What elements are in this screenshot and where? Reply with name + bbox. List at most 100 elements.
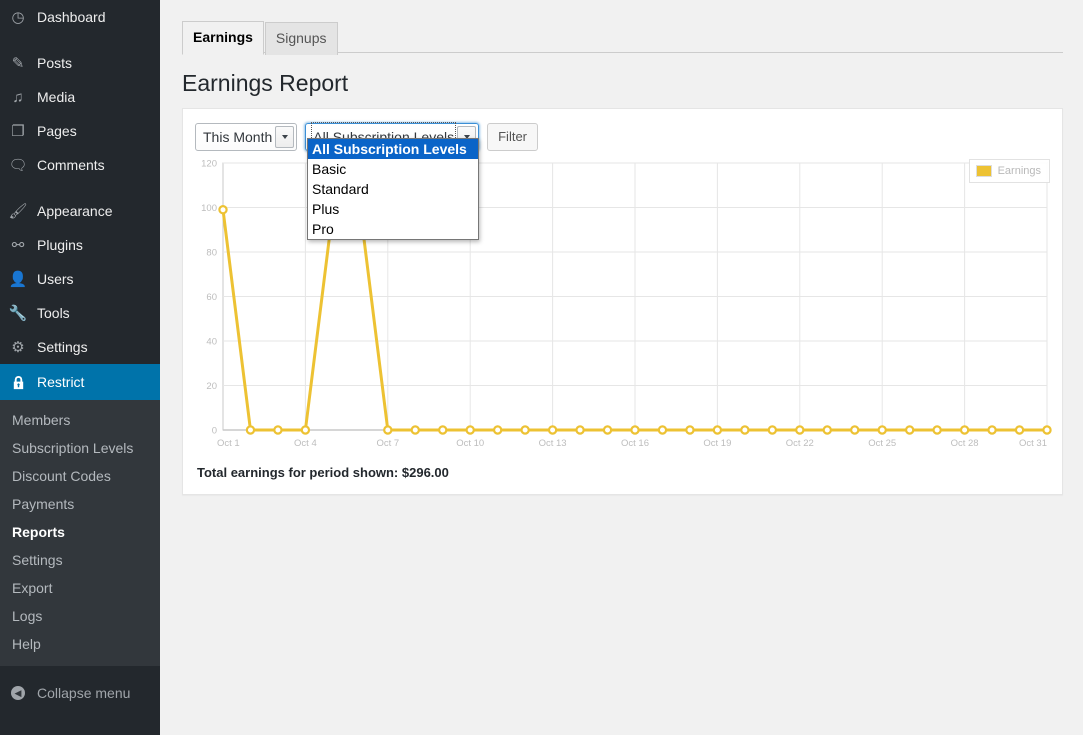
chart-data-point (630, 425, 640, 435)
dropdown-option-all-subscription-levels[interactable]: All Subscription Levels (308, 139, 478, 159)
chart-data-point (712, 425, 723, 435)
chart-data-point (1014, 425, 1025, 435)
chart-data-point (218, 205, 228, 215)
collapse-menu-button[interactable]: ◀ Collapse menu (0, 676, 160, 710)
settings-icon: ⚙ (11, 338, 25, 356)
chart-data-point (1042, 425, 1052, 435)
chart-data-point (850, 425, 860, 435)
chart-data-point (987, 425, 997, 435)
chart-data-point (795, 425, 805, 435)
chart-data-point (383, 425, 393, 435)
admin-sidebar: ◷ Dashboard ✎ Posts ♫ Media ❐ Pages 🗨 Comments 🖌 Ap… (0, 0, 168, 735)
sidebar-item-users[interactable]: 👤 Users (0, 262, 160, 296)
submenu-item-settings[interactable]: Settings (0, 546, 160, 574)
chart-legend: Earnings (968, 159, 1050, 183)
pin-icon: ✎ (11, 54, 25, 72)
chart-ytick-label: 120 (201, 159, 217, 170)
sidebar-item-media[interactable]: ♫ Media (0, 80, 160, 114)
legend-swatch-earnings (975, 165, 992, 177)
dropdown-option-plus[interactable]: Plus (308, 199, 478, 219)
chart-data-point (547, 425, 558, 435)
chart-data-point (300, 425, 311, 435)
sidebar-separator (0, 182, 160, 194)
chart-data-point (438, 425, 448, 435)
submenu-item-logs[interactable]: Logs (0, 602, 160, 630)
sidebar-item-restrict[interactable]: Restrict (0, 364, 168, 400)
chart-data-point (273, 425, 283, 435)
dropdown-option-pro[interactable]: Pro (308, 219, 478, 239)
submenu-item-help[interactable]: Help (0, 630, 160, 658)
period-select-value: This Month (203, 129, 273, 145)
sidebar-item-plugins[interactable]: ⚯ Plugins (0, 228, 160, 262)
media-icon: ♫ (12, 88, 24, 106)
dashboard-icon: ◷ (11, 8, 25, 26)
sidebar-separator (0, 34, 160, 46)
sidebar-item-label: Pages (37, 123, 77, 139)
sidebar-item-comments[interactable]: 🗨 Comments (0, 148, 160, 182)
collapse-arrow-icon: ◀ (8, 686, 28, 700)
submenu-item-subscription-levels[interactable]: Subscription Levels (0, 434, 160, 462)
submenu-item-reports[interactable]: Reports (0, 518, 160, 546)
sidebar-item-label: Tools (37, 305, 70, 321)
chart-xtick-label: Oct 13 (539, 438, 567, 449)
wrench-icon: 🔧 (8, 304, 28, 322)
chart-xtick-label: Oct 1 (217, 438, 240, 449)
dropdown-option-basic[interactable]: Basic (308, 159, 478, 179)
chart-data-point (685, 425, 695, 435)
user-icon: 👤 (8, 270, 28, 288)
sidebar-item-label: Plugins (37, 237, 83, 253)
pages-icon: ❐ (11, 122, 25, 140)
tab-signups[interactable]: Signups (264, 22, 338, 55)
chart-ytick-label: 100 (201, 203, 217, 214)
chart-ytick-label: 0 (212, 426, 217, 437)
chart-xtick-label: Oct 31 (1019, 438, 1047, 449)
chart-data-point (520, 425, 530, 435)
sidebar-item-label: Media (37, 89, 76, 105)
sidebar-item-label: Settings (37, 339, 88, 355)
chart-xtick-label: Oct 7 (376, 438, 399, 449)
subscription-level-dropdown-list[interactable]: All Subscription Levels Basic Standard Plus… (307, 138, 479, 240)
lock-icon (8, 375, 28, 390)
dropdown-option-standard[interactable]: Standard (308, 179, 478, 199)
chart-ytick-label: 60 (206, 292, 217, 303)
submenu-item-payments[interactable]: Payments (0, 490, 160, 518)
sidebar-item-appearance[interactable]: 🖌 Appearance (0, 194, 160, 228)
chart-xtick-label: Oct 19 (703, 438, 731, 449)
chart-ytick-label: 40 (206, 337, 217, 348)
chart-xtick-label: Oct 22 (786, 438, 814, 449)
sidebar-item-posts[interactable]: ✎ Posts (0, 46, 160, 80)
submenu-item-members[interactable]: Members (0, 406, 160, 434)
plug-icon: ⚯ (11, 236, 25, 254)
sidebar-item-label: Dashboard (37, 9, 106, 25)
chart-data-point (465, 425, 475, 435)
chart-ytick-label: 80 (206, 248, 217, 259)
sidebar-item-settings[interactable]: ⚙ Settings (0, 330, 160, 364)
sidebar-item-label: Comments (37, 157, 105, 173)
chart-data-point (245, 425, 256, 435)
chart-data-point (904, 425, 915, 435)
filter-button[interactable]: Filter (487, 123, 538, 151)
tab-earnings[interactable]: Earnings (182, 21, 264, 55)
chart-xtick-label: Oct 4 (294, 438, 317, 449)
submenu-item-discount-codes[interactable]: Discount Codes (0, 462, 160, 490)
chart-data-point (657, 425, 668, 435)
brush-icon: 🖌 (8, 202, 28, 220)
earnings-report-panel: This Month All Subscription Levels Filte… (182, 108, 1063, 495)
chart-data-point (877, 425, 887, 435)
chart-ytick-label: 20 (206, 381, 217, 392)
period-select[interactable]: This Month (195, 123, 298, 151)
sidebar-item-dashboard[interactable]: ◷ Dashboard (0, 0, 160, 34)
chart-data-point (410, 425, 420, 435)
chart-data-point (492, 425, 503, 435)
sidebar-item-label: Restrict (37, 374, 85, 390)
sidebar-item-label: Users (37, 271, 74, 287)
sidebar-item-label: Posts (37, 55, 73, 71)
chart-data-point (822, 425, 832, 435)
submenu-item-export[interactable]: Export (0, 574, 160, 602)
sidebar-item-tools[interactable]: 🔧 Tools (0, 296, 160, 330)
sidebar-item-label: Appearance (37, 203, 113, 219)
sidebar-item-pages[interactable]: ❐ Pages (0, 114, 160, 148)
comments-icon: 🗨 (8, 156, 28, 174)
legend-label-earnings: Earnings (997, 165, 1041, 177)
chart-xtick-label: Oct 10 (456, 438, 484, 449)
